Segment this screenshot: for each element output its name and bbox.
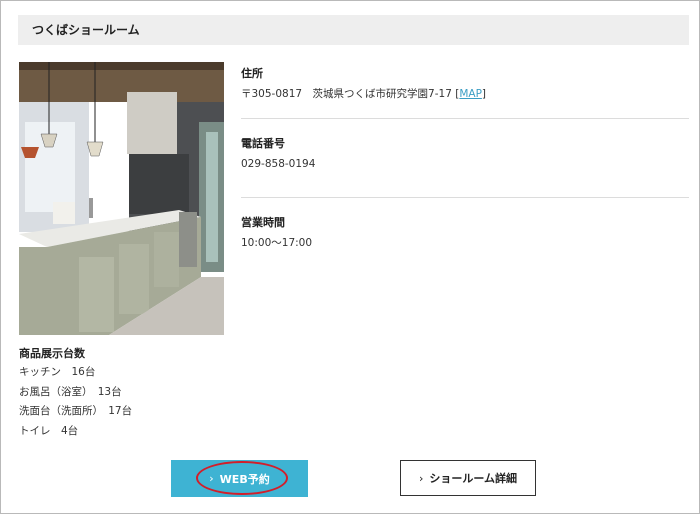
display-item-washbasin: 洗面台（洗面所） 17台 [19, 405, 133, 417]
showroom-photo [19, 62, 224, 335]
showroom-title: つくばショールーム [18, 15, 689, 45]
address-value: 〒305-0817 茨城県つくば市研究学園7-17 [MAP] [241, 85, 689, 103]
showroom-detail-label: ショールーム詳細 [429, 472, 518, 485]
display-item-bath: お風呂（浴室） 13台 [19, 385, 122, 398]
hours-block: 営業時間 10:00〜17:00 [241, 198, 689, 252]
kitchen-photo-image [19, 62, 224, 335]
display-item-kitchen: キッチン 16台 [19, 366, 96, 378]
phone-block: 電話番号 029-858-0194 [241, 119, 689, 198]
phone-label: 電話番号 [241, 137, 285, 150]
map-bracket-close: ] [481, 88, 487, 100]
map-link[interactable]: MAP [459, 88, 482, 100]
phone-value: 029-858-0194 [241, 158, 316, 170]
display-item-toilet: トイレ 4台 [19, 424, 79, 437]
address-block: 住所 〒305-0817 茨城県つくば市研究学園7-17 [MAP] [241, 65, 689, 119]
showroom-detail-button[interactable]: › ショールーム詳細 [400, 460, 536, 496]
display-count-title: 商品展示台数 [19, 347, 85, 360]
showroom-info: 住所 〒305-0817 茨城県つくば市研究学園7-17 [MAP] 電話番号 … [241, 61, 689, 252]
chevron-right-icon: › [418, 471, 424, 485]
address-label: 住所 [241, 67, 263, 80]
chevron-right-icon: › [209, 472, 214, 485]
display-count-section: 商品展示台数 キッチン 16台 お風呂（浴室） 13台 洗面台（洗面所） 17台… [19, 345, 239, 441]
address-text: 〒305-0817 茨城県つくば市研究学園7-17 [241, 88, 452, 100]
hours-value: 10:00〜17:00 [241, 237, 313, 249]
hours-label: 営業時間 [241, 216, 285, 229]
web-reserve-button[interactable]: › WEB予約 [171, 460, 308, 497]
showroom-card: つくばショールーム 住所 〒305-0817 茨城県つくば市研究学園7-17 [… [0, 0, 700, 514]
web-reserve-label: WEB予約 [219, 472, 270, 486]
